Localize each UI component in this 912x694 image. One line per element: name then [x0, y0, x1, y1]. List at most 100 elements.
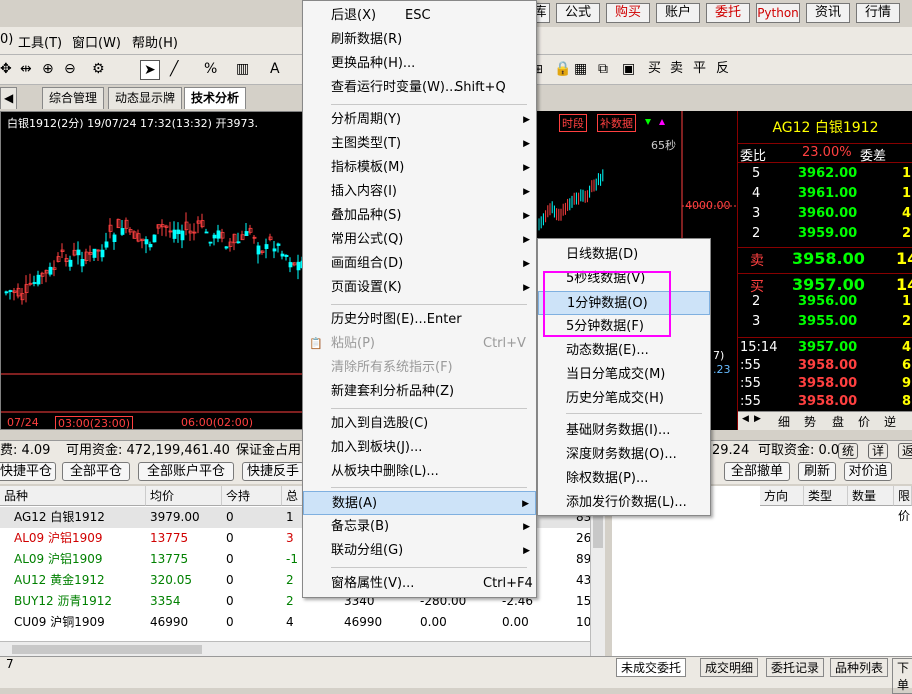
top-button-formula[interactable]: 公式 — [556, 3, 600, 23]
context-menu-item[interactable]: 插入内容(I) ▶ — [303, 180, 536, 204]
submenu-item[interactable]: 除权数据(P)... — [538, 467, 710, 491]
col-header-today[interactable]: 今持 — [222, 486, 282, 506]
menu-item-tools[interactable]: 工具(T) — [18, 32, 62, 51]
refresh-button[interactable]: 刷新 — [798, 462, 836, 481]
copy-icon[interactable]: ⧉ — [598, 60, 608, 78]
table-hscrollbar[interactable] — [0, 641, 590, 656]
close-all-button[interactable]: 全部平仓 — [62, 462, 130, 481]
submenu-item[interactable]: 基础财务数据(I)... — [538, 419, 710, 443]
tab-overview[interactable]: 综合管理 — [42, 87, 105, 109]
tab-technical-analysis[interactable]: 技术分析 — [184, 87, 247, 109]
tab-unfilled-orders[interactable]: 未成交委托 — [616, 658, 687, 677]
context-menu-item[interactable]: 刷新数据(R) — [303, 28, 536, 52]
context-menu-item[interactable]: 指标模板(M) ▶ — [303, 156, 536, 180]
context-menu-item[interactable]: 从板块中删除(L)... — [303, 460, 536, 484]
text-tool-icon[interactable]: A — [270, 60, 280, 78]
tag-fill-data[interactable]: 补数据 — [597, 114, 636, 132]
close-all-accounts-button[interactable]: 全部账户平仓 — [138, 462, 234, 481]
buy-tool-icon[interactable]: 买 — [648, 60, 661, 78]
percent-icon[interactable]: % — [204, 60, 217, 78]
kline-chart[interactable]: 白银1912(2分) 19/07/24 17:32(13:32) 开3973. … — [0, 111, 303, 430]
context-menu-item[interactable]: 数据(A) ▶ — [303, 491, 536, 515]
book-tab-right-arrow[interactable]: ▶ — [754, 414, 761, 424]
col-header-limit[interactable]: 限价 — [894, 486, 912, 523]
col-header-direction[interactable]: 方向 — [760, 486, 804, 506]
tab-order-history[interactable]: 委托记录 — [766, 658, 825, 677]
submenu-item[interactable]: 历史分笔成交(H) — [538, 387, 710, 411]
top-button-account[interactable]: 账户 — [656, 3, 700, 23]
gear-icon[interactable]: ⚙ — [92, 60, 105, 78]
tab-symbol-list[interactable]: 品种列表 — [830, 658, 889, 677]
detail-button[interactable]: 详 — [868, 443, 889, 459]
col-header-type[interactable]: 类型 — [804, 486, 848, 506]
submenu-item[interactable]: 日线数据(D) — [538, 243, 710, 267]
context-menu-item[interactable]: 画面组合(D) ▶ — [303, 252, 536, 276]
book-tab-left-arrow[interactable]: ◀ — [742, 414, 749, 424]
context-menu-item[interactable]: 联动分组(G) ▶ — [303, 539, 536, 563]
context-menu-item[interactable]: 后退(X) ESC — [303, 4, 536, 28]
tab-fill-details[interactable]: 成交明细 — [700, 658, 759, 677]
context-menu-item[interactable]: 备忘录(B) ▶ — [303, 515, 536, 539]
context-menu-item[interactable]: 新建套利分析品种(Z) — [303, 380, 536, 404]
reverse-tool-icon[interactable]: 反 — [716, 60, 729, 78]
tab-dynamic-board[interactable]: 动态显示牌 — [108, 87, 183, 109]
tab-scroll-left[interactable]: ◀ — [0, 87, 18, 109]
submenu-item[interactable]: 添加发行价数据(L)... — [538, 491, 710, 515]
pan-icon[interactable]: ⇹ — [20, 60, 32, 78]
save-icon[interactable]: ▣ — [622, 60, 635, 78]
top-button-news[interactable]: 资讯 — [806, 3, 850, 23]
move-icon[interactable]: ✥ — [0, 60, 12, 78]
context-menu-item[interactable]: 主图类型(T) ▶ — [303, 132, 536, 156]
context-menu-item[interactable]: 窗格属性(V)... Ctrl+F4 — [303, 572, 536, 596]
menu-item-window[interactable]: 窗口(W) — [72, 32, 121, 51]
menu-item-prev[interactable]: 0) — [0, 32, 13, 47]
context-menu-item[interactable]: 加入到自选股(C) — [303, 412, 536, 436]
bars-icon[interactable]: ▥ — [236, 60, 249, 78]
book-tab-price[interactable]: 价 — [858, 413, 870, 430]
zoom-out-icon[interactable]: ⊖ — [64, 60, 76, 78]
menu-item-help[interactable]: 帮助(H) — [132, 32, 178, 51]
stats-button[interactable]: 统 — [838, 443, 859, 459]
submenu-item[interactable]: 动态数据(E)... — [538, 339, 710, 363]
tag-period[interactable]: 时段 — [559, 114, 587, 132]
col-header-total[interactable]: 总持 — [282, 486, 304, 523]
top-button-python[interactable]: Python — [756, 3, 800, 23]
col-header-qty[interactable]: 数量 — [848, 486, 894, 506]
line-icon[interactable]: ╱ — [170, 60, 178, 78]
book-tab-depth[interactable]: 盘 — [832, 413, 844, 430]
book-tab-reverse[interactable]: 逆 — [884, 413, 896, 430]
col-header-avg[interactable]: 均价 — [146, 486, 222, 506]
hscroll-thumb[interactable] — [12, 645, 202, 654]
table-row[interactable]: CU09 沪铜1909 46990 0 4 46990 0.00 0.00 10 — [0, 612, 591, 633]
quick-reverse-button[interactable]: 快捷反手 — [242, 462, 304, 481]
context-menu-item[interactable]: 📋 粘贴(P) Ctrl+V — [303, 332, 536, 356]
tab-place-order[interactable]: 下单 — [892, 658, 912, 694]
lock-icon[interactable]: 🔒 — [554, 60, 571, 78]
top-button-buy[interactable]: 购买 — [606, 3, 650, 23]
sell-tool-icon[interactable]: 卖 — [670, 60, 683, 78]
top-button-order[interactable]: 委托 — [706, 3, 750, 23]
book-tab-trend[interactable]: 势 — [804, 413, 816, 430]
context-menu-item[interactable]: 叠加品种(S) ▶ — [303, 204, 536, 228]
context-menu-item[interactable]: 历史分时图(E)...Enter — [303, 308, 536, 332]
zoom-in-icon[interactable]: ⊕ — [42, 60, 54, 78]
col-header-symbol[interactable]: 品种 — [0, 486, 146, 506]
context-menu-item[interactable]: 加入到板块(J)... — [303, 436, 536, 460]
chase-price-button[interactable]: 对价追 — [844, 462, 892, 481]
context-menu-item[interactable]: 查看运行时变量(W)... Shift+Q — [303, 76, 536, 100]
context-menu-item[interactable]: 清除所有系统指示(F) — [303, 356, 536, 380]
context-menu-item[interactable]: 页面设置(K) ▶ — [303, 276, 536, 300]
context-menu-item[interactable]: 更换品种(H)... — [303, 52, 536, 76]
top-button-quotes[interactable]: 行情 — [856, 3, 900, 23]
context-menu-item[interactable]: 常用公式(Q) ▶ — [303, 228, 536, 252]
close-tool-icon[interactable]: 平 — [693, 60, 706, 78]
cancel-all-button[interactable]: 全部撤单 — [724, 462, 790, 481]
quick-close-button[interactable]: 快捷平仓 — [0, 462, 56, 481]
context-menu-item[interactable]: 分析周期(Y) ▶ — [303, 108, 536, 132]
submenu-item[interactable]: 深度财务数据(O)... — [538, 443, 710, 467]
submenu-item[interactable]: 当日分笔成交(M) — [538, 363, 710, 387]
calendar-icon[interactable]: ▦ — [574, 60, 587, 78]
return-button[interactable]: 返 — [898, 443, 912, 459]
book-tab-detail[interactable]: 细 — [778, 413, 790, 430]
cursor-icon[interactable]: ➤ — [140, 60, 160, 80]
